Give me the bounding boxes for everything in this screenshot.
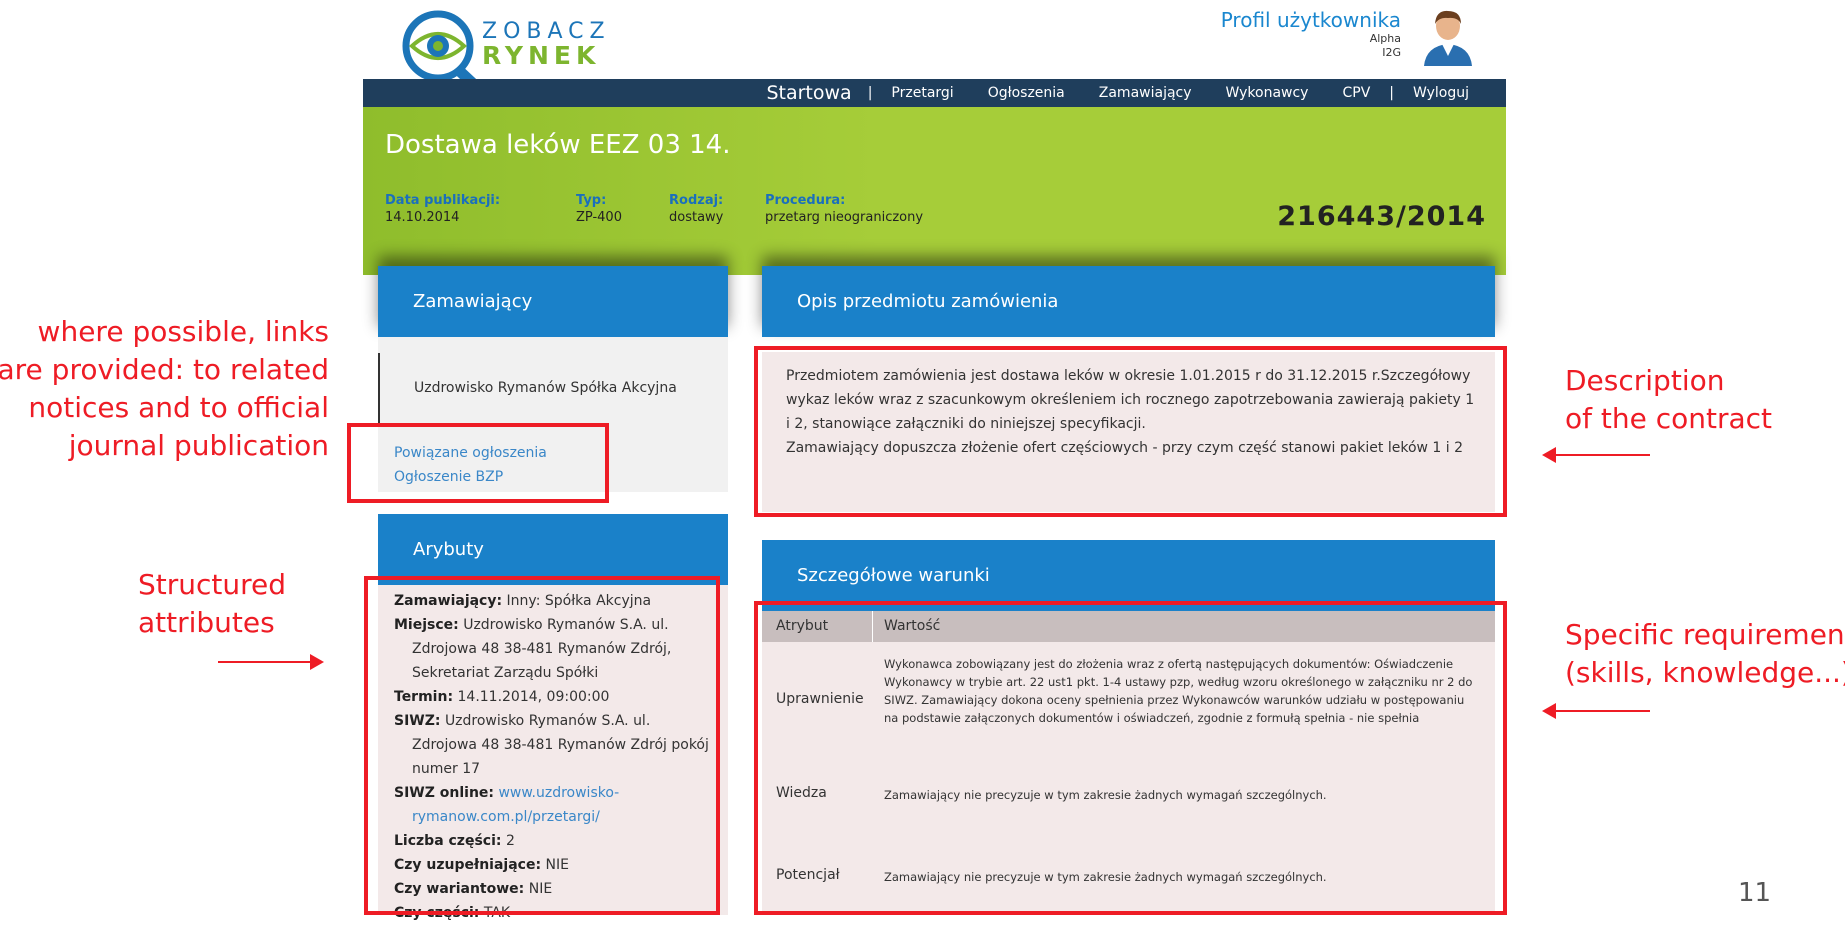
requirements-annotation: Specific requiremens (skills, knowledge.… [1565, 616, 1845, 692]
divider [378, 353, 380, 423]
notice-number: 216443/2014 [1277, 201, 1486, 232]
profile-org: I2G [1382, 46, 1401, 59]
profile-name: Alpha [1369, 32, 1401, 45]
meta-label: Procedura: [765, 193, 846, 208]
annotation-line: are provided: to related [0, 353, 329, 386]
page-number: 11 [1738, 878, 1772, 908]
logo-line2: RYNEK [482, 41, 601, 70]
nav-separator: | [867, 85, 873, 101]
main-navigation: Startowa | Przetargi Ogłoszenia Zamawiaj… [363, 79, 1506, 107]
nav-separator: | [1389, 85, 1394, 101]
meta-value: dostawy [669, 210, 724, 225]
attributes-annotation: Structured attributes [138, 566, 286, 642]
annotation-line: of the contract [1565, 402, 1773, 435]
annotation-line: journal publication [68, 429, 329, 462]
annotation-line: Structured [138, 568, 287, 601]
meta-label: Typ: [576, 193, 607, 208]
description-annotation: Description of the contract [1565, 362, 1772, 438]
annotation-line: Description [1565, 364, 1725, 397]
user-avatar-icon [1424, 10, 1472, 66]
nav-wyloguj[interactable]: Wyloguj [1396, 85, 1486, 101]
profile-link[interactable]: Profil użytkownika [1221, 8, 1401, 32]
highlight-attributes [364, 576, 720, 915]
meta-procedure: Procedura: przetarg nieograniczony [765, 192, 923, 226]
annotation-line: notices and to official [28, 391, 329, 424]
highlight-description [754, 346, 1507, 517]
annotation-line: where possible, links [37, 315, 329, 348]
notice-title: Dostawa leków EEZ 03 14. [385, 130, 731, 160]
meta-label: Rodzaj: [669, 193, 724, 208]
nav-cpv[interactable]: CPV [1325, 85, 1387, 101]
annotation-line: Specific requiremens [1565, 618, 1845, 651]
arrow-left-icon [1542, 447, 1650, 463]
logo-text: ZOBACZ RYNEK [482, 20, 611, 70]
highlight-requirements [754, 601, 1507, 915]
highlight-links [347, 423, 609, 503]
meta-value: ZP-400 [576, 210, 622, 225]
nav-wykonawcy[interactable]: Wykonawcy [1209, 85, 1326, 101]
arrow-right-icon [218, 654, 324, 670]
meta-type: Typ: ZP-400 [576, 192, 622, 226]
annotation-line: attributes [138, 606, 275, 639]
attributes-panel-title: Arybuty [378, 514, 728, 585]
buyer-panel-title: Zamawiający [378, 266, 728, 337]
nav-startowa[interactable]: Startowa [749, 82, 865, 104]
meta-label: Data publikacji: [385, 193, 501, 208]
notice-header: Dostawa leków EEZ 03 14. Data publikacji… [363, 107, 1506, 275]
meta-value: przetarg nieograniczony [765, 210, 924, 225]
annotation-line: (skills, knowledge...) [1565, 656, 1845, 689]
nav-przetargi[interactable]: Przetargi [874, 85, 970, 101]
buyer-name: Uzdrowisko Rymanów Spółka Akcyjna [414, 380, 677, 396]
meta-value: 14.10.2014 [385, 210, 460, 225]
meta-kind: Rodzaj: dostawy [669, 192, 723, 226]
avatar[interactable] [1420, 6, 1476, 66]
nav-ogloszenia[interactable]: Ogłoszenia [971, 85, 1082, 101]
description-panel-title: Opis przedmiotu zamówienia [762, 266, 1495, 337]
arrow-left-icon [1542, 703, 1650, 719]
meta-publication-date: Data publikacji: 14.10.2014 [385, 192, 500, 226]
nav-zamawiajacy[interactable]: Zamawiający [1082, 85, 1209, 101]
user-profile[interactable]: Profil użytkownika Alpha I2G [1221, 8, 1401, 60]
links-annotation: where possible, links are provided: to r… [0, 313, 329, 465]
